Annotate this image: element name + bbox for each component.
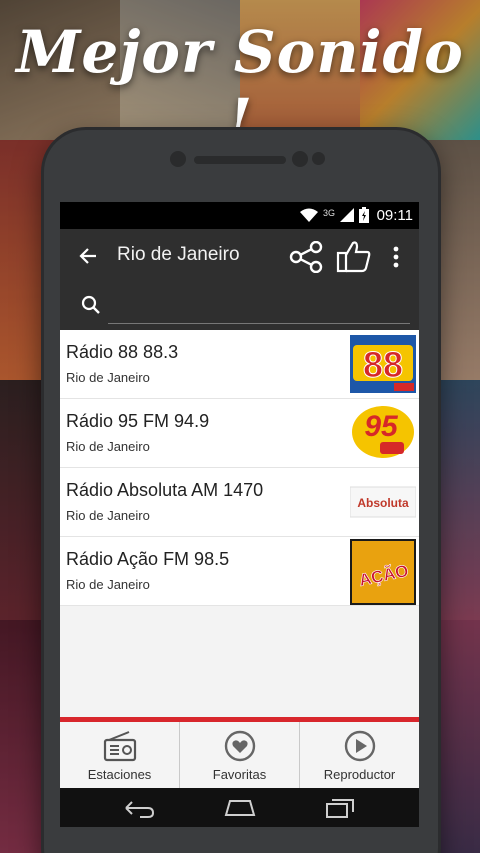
- nav-recent-apps-icon[interactable]: [325, 798, 355, 818]
- station-name: Rádio Absoluta AM 1470: [66, 480, 264, 500]
- tab-label: Estaciones: [87, 767, 152, 782]
- play-icon: [344, 730, 375, 762]
- status-bar: 3G 09:11: [60, 202, 419, 229]
- more-vertical-icon[interactable]: [390, 245, 402, 269]
- phone-speaker: [194, 156, 286, 164]
- back-arrow-icon[interactable]: [78, 246, 98, 266]
- logo-absoluta-text: Absoluta: [357, 496, 409, 510]
- search-input[interactable]: [108, 290, 410, 324]
- station-name: Rádio 95 FM 94.9: [66, 411, 210, 431]
- bottom-tab-bar: Estaciones Favoritas Reproductor: [60, 722, 419, 788]
- station-logo-absoluta: Absoluta: [350, 486, 416, 518]
- nav-home-icon[interactable]: [222, 799, 258, 817]
- station-logo-acao: AÇÃO: [350, 539, 416, 605]
- tab-label: Reproductor: [323, 767, 396, 782]
- system-nav-bar: [60, 788, 419, 827]
- station-name: Rádio Ação FM 98.5: [66, 549, 230, 569]
- station-name: Rádio 88 88.3: [66, 342, 179, 362]
- tab-favoritas[interactable]: Favoritas: [179, 722, 299, 788]
- logo-95-text: 95: [364, 410, 399, 443]
- station-row-radio-88[interactable]: Rádio 88 88.3 Rio de Janeiro 88: [60, 330, 419, 399]
- status-time: 09:11: [376, 207, 413, 224]
- station-row-radio-acao[interactable]: Rádio Ação FM 98.5 Rio de Janeiro AÇÃO: [60, 537, 419, 606]
- network-type: 3G: [322, 208, 335, 218]
- station-logo-95: 95: [352, 406, 414, 458]
- wifi-icon: [299, 208, 318, 222]
- logo-88-text: 88: [363, 344, 403, 385]
- thumbs-up-icon[interactable]: [336, 239, 372, 273]
- proximity-sensor: [292, 151, 308, 167]
- nav-back-icon[interactable]: [122, 798, 156, 818]
- station-city: Rio de Janeiro: [66, 439, 150, 454]
- device-screen: 3G 09:11 Rio de Janeiro Rádio 88 88.3 Ri…: [60, 202, 419, 827]
- search-icon: [81, 295, 100, 314]
- front-camera: [170, 151, 186, 167]
- light-sensor: [312, 152, 325, 165]
- share-icon[interactable]: [289, 241, 323, 273]
- station-city: Rio de Janeiro: [66, 370, 150, 385]
- heart-icon: [224, 730, 255, 762]
- station-logo-88: 88: [350, 335, 416, 393]
- tab-reproductor[interactable]: Reproductor: [299, 722, 419, 788]
- station-list: Rádio 88 88.3 Rio de Janeiro 88 Rádio 95…: [60, 330, 419, 606]
- tab-estaciones[interactable]: Estaciones: [60, 722, 179, 788]
- radio-icon: [103, 731, 136, 762]
- page-title: Rio de Janeiro: [117, 244, 240, 265]
- app-bar: Rio de Janeiro: [60, 229, 419, 284]
- station-city: Rio de Janeiro: [66, 508, 150, 523]
- station-row-radio-95[interactable]: Rádio 95 FM 94.9 Rio de Janeiro 95: [60, 399, 419, 468]
- battery-icon: [359, 207, 369, 223]
- station-row-radio-absoluta[interactable]: Rádio Absoluta AM 1470 Rio de Janeiro Ab…: [60, 468, 419, 537]
- signal-icon: [340, 208, 354, 222]
- tab-label: Favoritas: [212, 767, 267, 782]
- search-bar: [60, 284, 419, 330]
- station-city: Rio de Janeiro: [66, 577, 150, 592]
